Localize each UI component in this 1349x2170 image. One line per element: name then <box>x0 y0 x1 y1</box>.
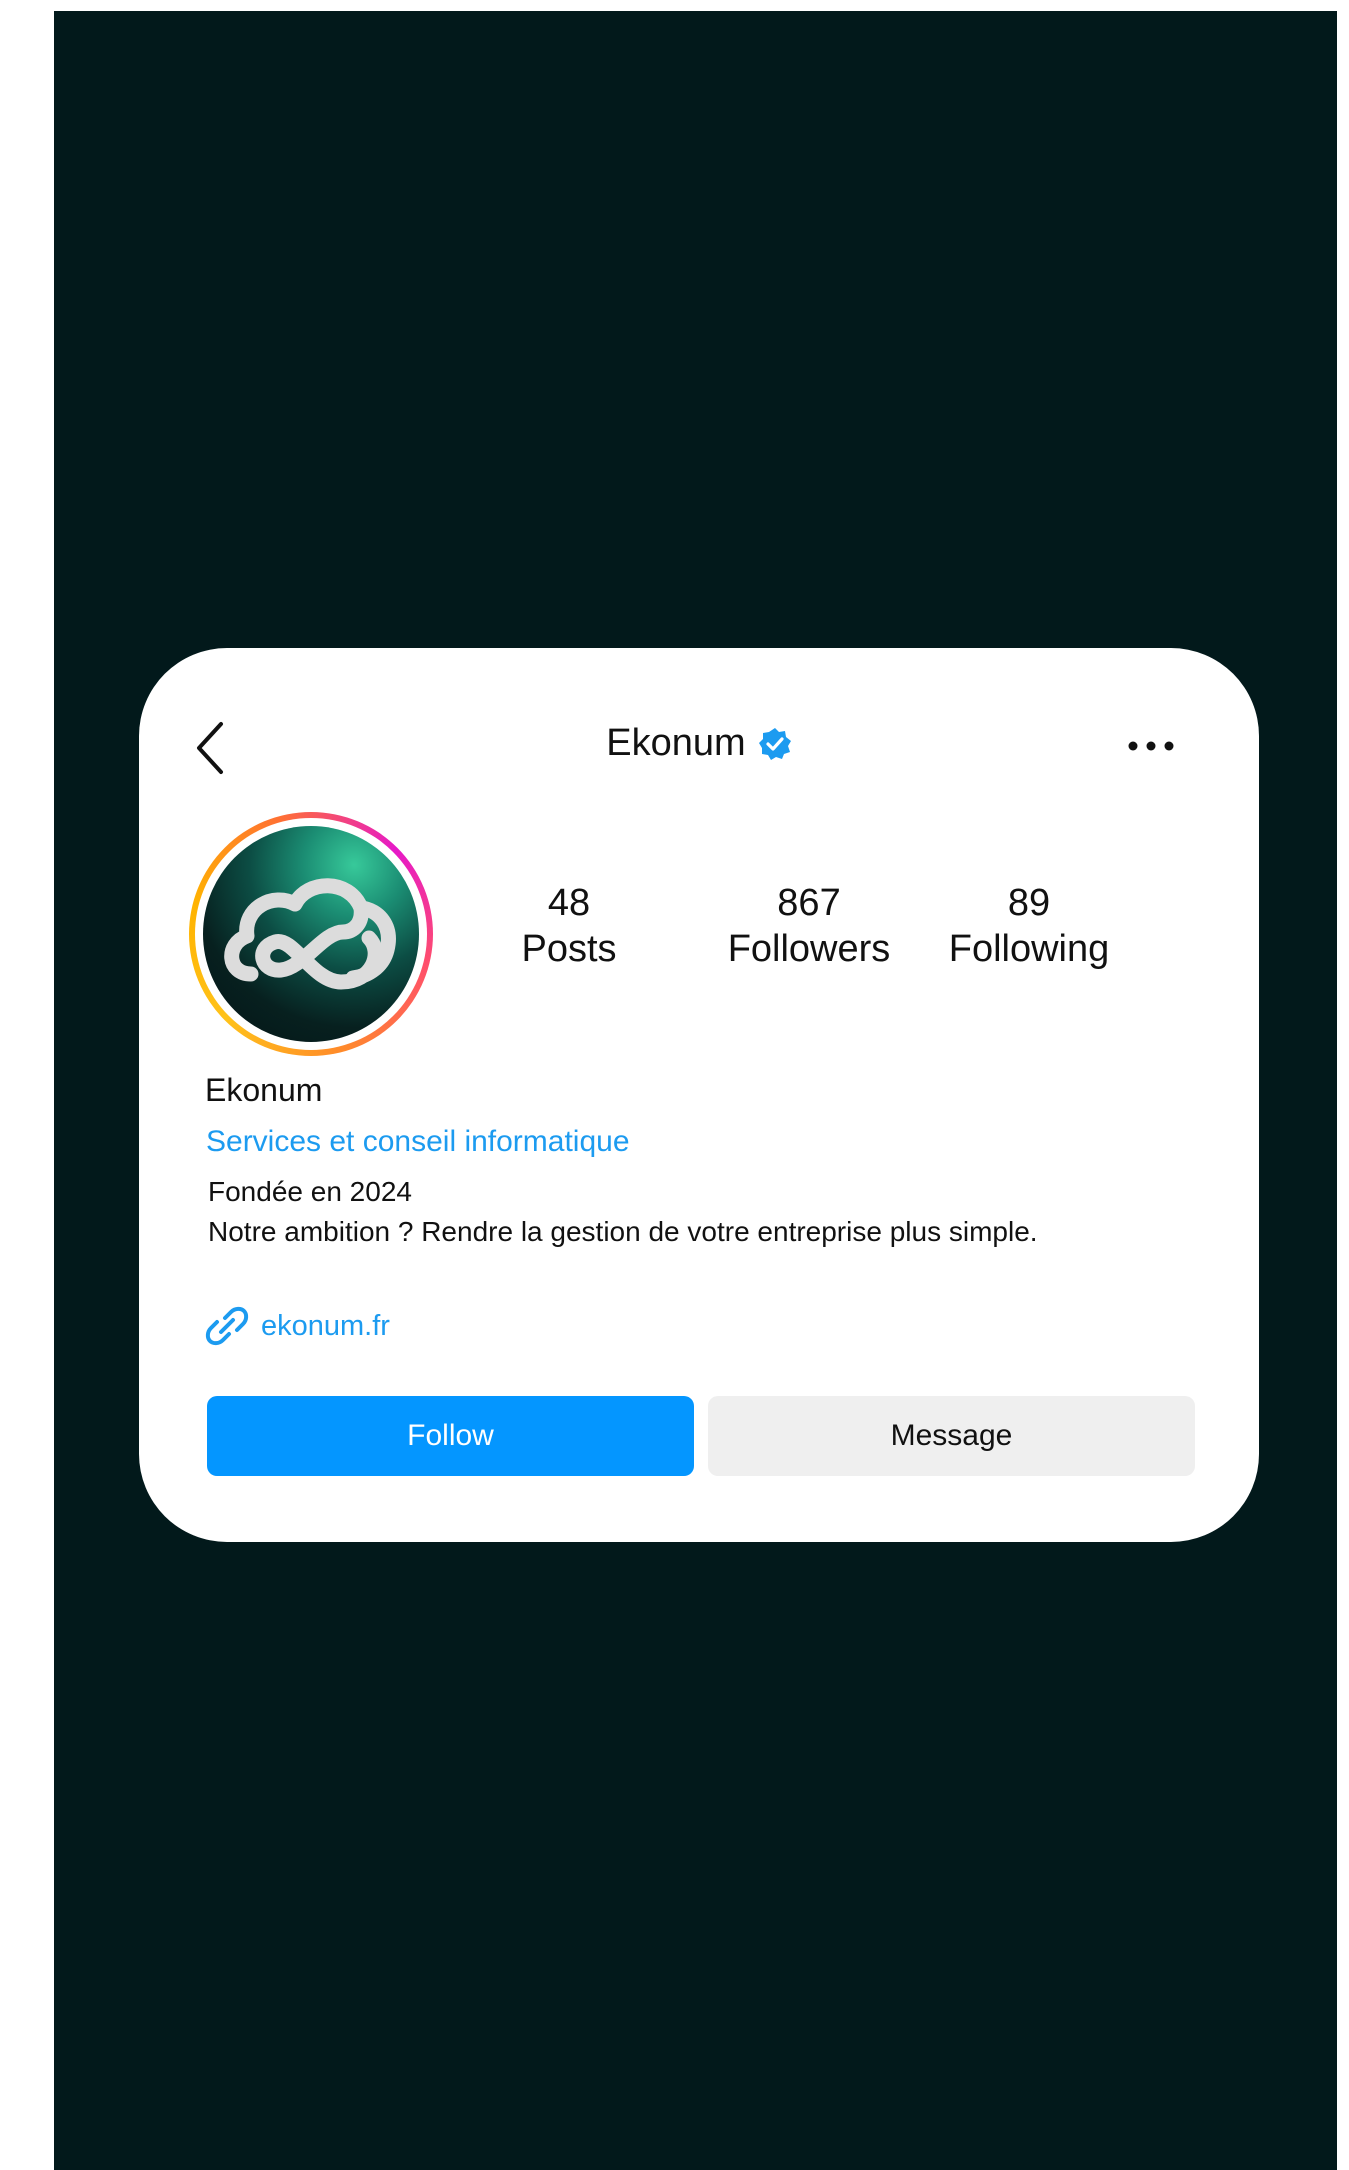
stat-posts-label: Posts <box>521 928 617 970</box>
link-icon <box>205 1306 249 1346</box>
stat-followers[interactable]: 867 Followers <box>719 880 899 972</box>
page-title-row: Ekonum <box>139 722 1259 765</box>
page-title: Ekonum <box>606 722 746 764</box>
verified-badge-icon <box>758 727 791 760</box>
stat-following[interactable]: 89 Following <box>939 880 1119 972</box>
more-options-button[interactable] <box>1123 728 1179 764</box>
stat-followers-label: Followers <box>727 928 891 970</box>
profile-name: Ekonum <box>205 1072 323 1108</box>
bio-line: Notre ambition ? Rendre la gestion de vo… <box>208 1216 1038 1247</box>
stat-posts-value: 48 <box>547 882 591 924</box>
stat-following-value: 89 <box>1007 882 1051 924</box>
website-link-text: ekonum.fr <box>261 1309 390 1342</box>
more-horizontal-icon <box>1128 741 1174 751</box>
website-link[interactable]: ekonum.fr <box>205 1304 390 1348</box>
profile-category[interactable]: Services et conseil informatique <box>206 1125 630 1159</box>
avatar-story-ring[interactable] <box>189 812 433 1056</box>
profile-bio: Fondée en 2024 Notre ambition ? Rendre l… <box>208 1172 1038 1252</box>
bio-line: Fondée en 2024 <box>208 1176 412 1207</box>
stat-followers-value: 867 <box>777 882 841 924</box>
avatar <box>203 826 419 1042</box>
follow-button[interactable]: Follow <box>207 1396 694 1476</box>
stat-following-label: Following <box>948 928 1110 970</box>
page: Ekonum 48 Posts 867 Followers 89 Followi… <box>0 0 1349 2170</box>
cloud-infinity-logo-icon <box>224 878 396 990</box>
stat-posts[interactable]: 48 Posts <box>519 880 619 972</box>
profile-card: Ekonum 48 Posts 867 Followers 89 Followi… <box>139 648 1259 1542</box>
message-button[interactable]: Message <box>708 1396 1195 1476</box>
